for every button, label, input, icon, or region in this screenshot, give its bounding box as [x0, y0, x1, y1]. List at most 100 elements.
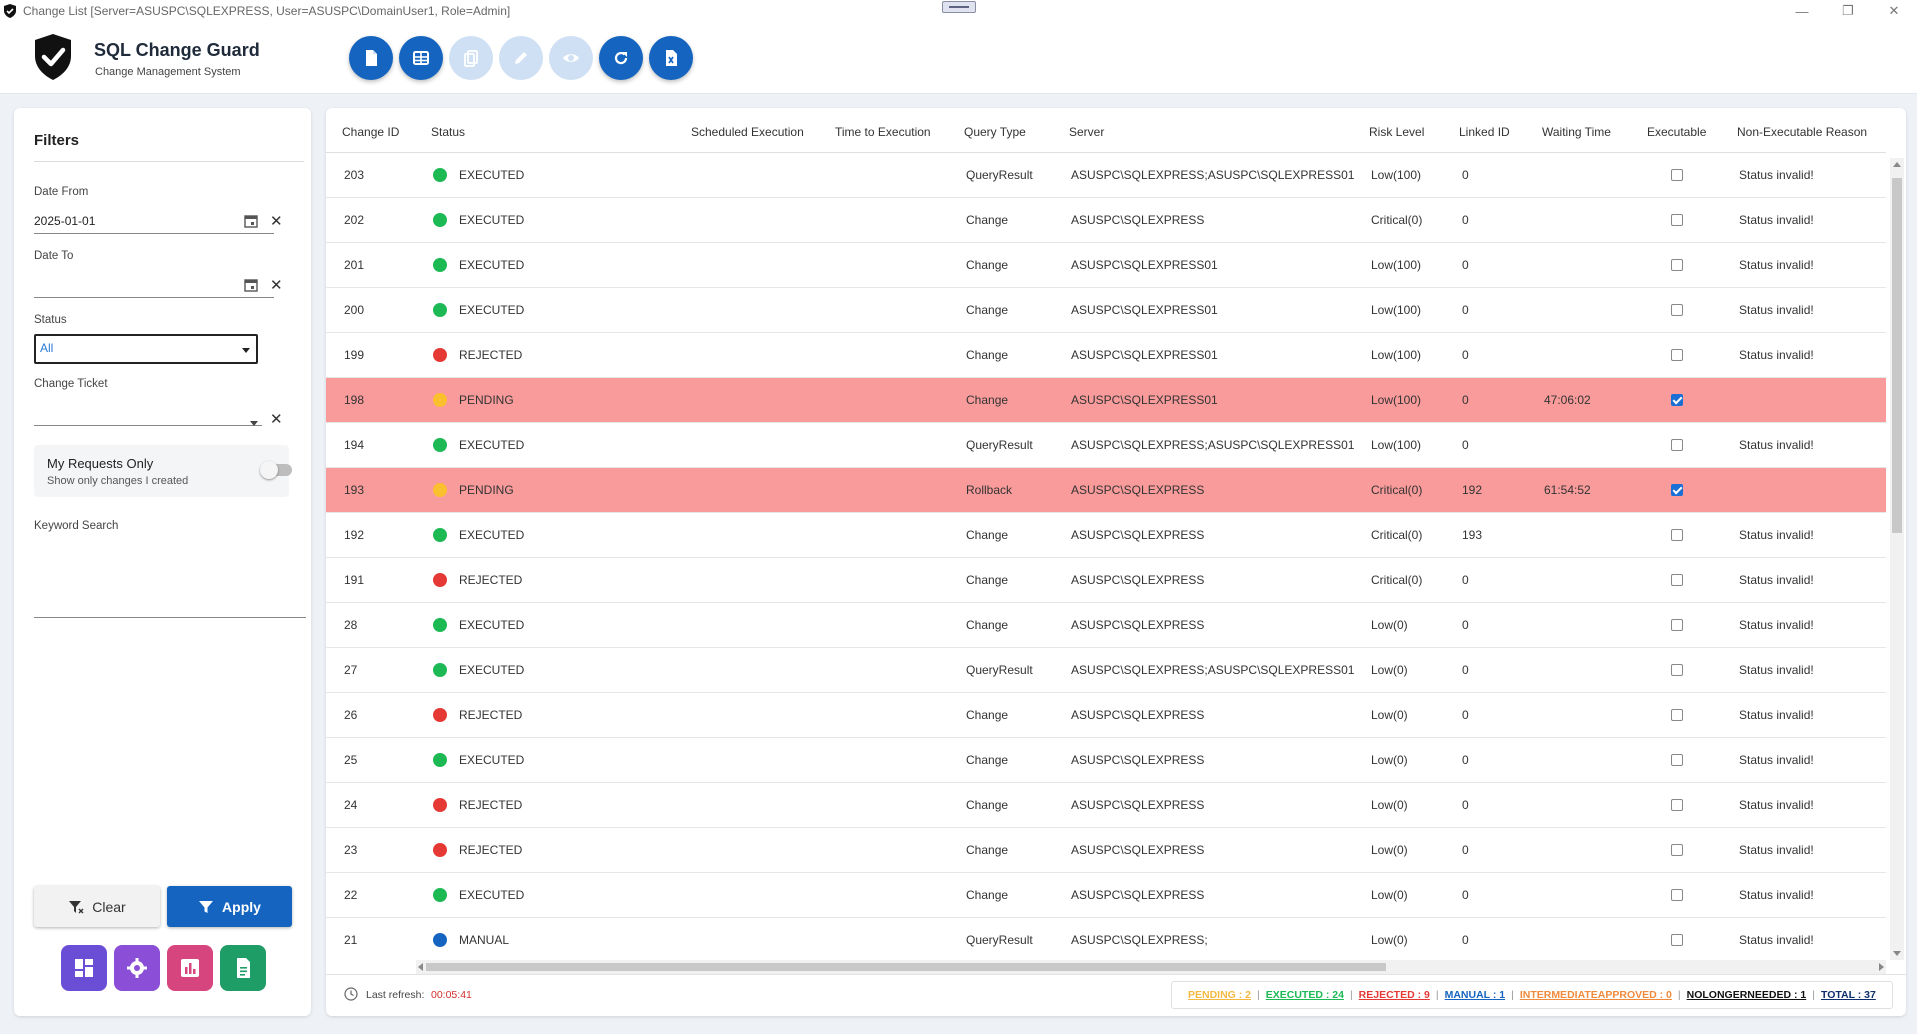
table-row[interactable]: 21 MANUAL QueryResult ASUSPC\SQLEXPRESS; Low…: [326, 918, 1886, 947]
refresh-button[interactable]: [599, 36, 643, 80]
table-row[interactable]: 28 EXECUTED Change ASUSPC\SQLEXPRESS Low(0) 0…: [326, 603, 1886, 648]
table-row[interactable]: 201 EXECUTED Change ASUSPC\SQLEXPRESS01 Low(…: [326, 243, 1886, 288]
waiting-time-cell: 47:06:02: [1544, 393, 1591, 407]
vertical-scrollbar[interactable]: [1890, 158, 1904, 960]
clear-date-from-icon[interactable]: ✕: [270, 212, 283, 230]
executable-checkbox[interactable]: [1671, 574, 1683, 586]
keyword-search-input[interactable]: [34, 538, 306, 616]
executable-checkbox[interactable]: [1671, 754, 1683, 766]
executable-checkbox[interactable]: [1671, 889, 1683, 901]
status-count[interactable]: TOTAL : 37: [1821, 989, 1876, 1001]
table-row[interactable]: 24 REJECTED Change ASUSPC\SQLEXPRESS Low(0) 0…: [326, 783, 1886, 828]
table-row[interactable]: 198 PENDING Change ASUSPC\SQLEXPRESS01 Low(1…: [326, 378, 1886, 423]
edit-button[interactable]: [499, 36, 543, 80]
clear-date-to-icon[interactable]: ✕: [270, 276, 283, 294]
executable-checkbox[interactable]: [1671, 664, 1683, 676]
executable-checkbox[interactable]: [1671, 394, 1683, 406]
status-count[interactable]: REJECTED : 9: [1359, 989, 1430, 1001]
table-row[interactable]: 202 EXECUTED Change ASUSPC\SQLEXPRESS Critic…: [326, 198, 1886, 243]
query-type-cell: Change: [966, 798, 1009, 812]
keyword-search-label: Keyword Search: [34, 520, 119, 532]
column-header[interactable]: Time to Execution: [835, 125, 931, 139]
executable-checkbox[interactable]: [1671, 214, 1683, 226]
scroll-down-icon[interactable]: [1893, 951, 1901, 956]
my-requests-toggle[interactable]: [260, 461, 292, 479]
linked-id-cell: 0: [1462, 438, 1469, 452]
executable-checkbox[interactable]: [1671, 934, 1683, 946]
grid-header: Change ID Status Scheduled Execution Tim…: [326, 108, 1886, 153]
date-to-field[interactable]: [34, 272, 274, 298]
column-header[interactable]: Waiting Time: [1542, 125, 1611, 139]
executable-checkbox[interactable]: [1671, 484, 1683, 496]
settings-button[interactable]: [114, 945, 160, 991]
table-row[interactable]: 200 EXECUTED Change ASUSPC\SQLEXPRESS01 Low(…: [326, 288, 1886, 333]
status-count[interactable]: MANUAL : 1: [1445, 989, 1505, 1001]
calendar-icon[interactable]: [244, 278, 258, 292]
scroll-right-icon[interactable]: [1879, 963, 1884, 971]
table-row[interactable]: 193 PENDING Rollback ASUSPC\SQLEXPRESS Criti…: [326, 468, 1886, 513]
executable-checkbox[interactable]: [1671, 439, 1683, 451]
executable-checkbox[interactable]: [1671, 259, 1683, 271]
column-header[interactable]: Scheduled Execution: [691, 125, 804, 139]
column-header[interactable]: Server: [1069, 125, 1104, 139]
table-row[interactable]: 191 REJECTED Change ASUSPC\SQLEXPRESS Critic…: [326, 558, 1886, 603]
executable-checkbox[interactable]: [1671, 349, 1683, 361]
linked-id-cell: 0: [1462, 213, 1469, 227]
column-header[interactable]: Risk Level: [1369, 125, 1424, 139]
export-excel-button[interactable]: [649, 36, 693, 80]
close-icon[interactable]: ✕: [1871, 0, 1917, 22]
scroll-thumb[interactable]: [1892, 178, 1902, 533]
query-type-cell: Change: [966, 888, 1009, 902]
table-row[interactable]: 26 REJECTED Change ASUSPC\SQLEXPRESS Low(0) 0…: [326, 693, 1886, 738]
apply-button[interactable]: Apply: [167, 886, 292, 927]
clear-ticket-icon[interactable]: ✕: [270, 410, 283, 428]
window-drag-handle[interactable]: [942, 1, 976, 13]
horizontal-scrollbar[interactable]: [416, 960, 1886, 974]
date-from-field[interactable]: 2025-01-01: [34, 208, 274, 234]
executable-checkbox[interactable]: [1671, 844, 1683, 856]
column-header[interactable]: Status: [431, 125, 465, 139]
table-row[interactable]: 203 EXECUTED QueryResult ASUSPC\SQLEXPRESS;…: [326, 153, 1886, 198]
clear-button[interactable]: Clear: [34, 886, 160, 927]
grid-view-button[interactable]: [399, 36, 443, 80]
table-row[interactable]: 25 EXECUTED Change ASUSPC\SQLEXPRESS Low(0) 0…: [326, 738, 1886, 783]
reports-button[interactable]: [167, 945, 213, 991]
status-count[interactable]: INTERMEDIATEAPPROVED : 0: [1520, 989, 1672, 1001]
change-ticket-combo[interactable]: [34, 400, 262, 426]
column-header[interactable]: Query Type: [964, 125, 1026, 139]
scroll-up-icon[interactable]: [1893, 162, 1901, 167]
table-row[interactable]: 22 EXECUTED Change ASUSPC\SQLEXPRESS Low(0) 0…: [326, 873, 1886, 918]
table-row[interactable]: 199 REJECTED Change ASUSPC\SQLEXPRESS01 Low(…: [326, 333, 1886, 378]
scroll-thumb[interactable]: [426, 963, 1386, 971]
calendar-icon[interactable]: [244, 214, 258, 228]
executable-checkbox[interactable]: [1671, 799, 1683, 811]
table-row[interactable]: 27 EXECUTED QueryResult ASUSPC\SQLEXPRESS;A…: [326, 648, 1886, 693]
minimize-icon[interactable]: —: [1779, 0, 1825, 22]
column-header[interactable]: Executable: [1647, 125, 1706, 139]
column-header[interactable]: Linked ID: [1459, 125, 1510, 139]
table-row[interactable]: 23 REJECTED Change ASUSPC\SQLEXPRESS Low(0) 0…: [326, 828, 1886, 873]
shield-check-logo-icon: [35, 34, 71, 80]
query-type-cell: Change: [966, 573, 1009, 587]
copy-button[interactable]: [449, 36, 493, 80]
status-count[interactable]: NOLONGERNEEDED : 1: [1687, 989, 1807, 1001]
status-count[interactable]: EXECUTED : 24: [1266, 989, 1344, 1001]
change-ticket-label: Change Ticket: [34, 378, 108, 390]
scroll-left-icon[interactable]: [418, 963, 423, 971]
column-header[interactable]: Change ID: [342, 125, 399, 139]
status-select[interactable]: All: [34, 334, 258, 364]
dashboard-button[interactable]: [61, 945, 107, 991]
executable-checkbox[interactable]: [1671, 709, 1683, 721]
new-document-button[interactable]: [349, 36, 393, 80]
executable-checkbox[interactable]: [1671, 529, 1683, 541]
executable-checkbox[interactable]: [1671, 619, 1683, 631]
maximize-icon[interactable]: ❐: [1825, 0, 1871, 22]
column-header[interactable]: Non-Executable Reason: [1737, 125, 1867, 139]
view-button[interactable]: [549, 36, 593, 80]
table-row[interactable]: 192 EXECUTED Change ASUSPC\SQLEXPRESS Critic…: [326, 513, 1886, 558]
documents-button[interactable]: [220, 945, 266, 991]
executable-checkbox[interactable]: [1671, 304, 1683, 316]
table-row[interactable]: 194 EXECUTED QueryResult ASUSPC\SQLEXPRESS;…: [326, 423, 1886, 468]
executable-checkbox[interactable]: [1671, 169, 1683, 181]
status-count[interactable]: PENDING : 2: [1188, 989, 1251, 1001]
